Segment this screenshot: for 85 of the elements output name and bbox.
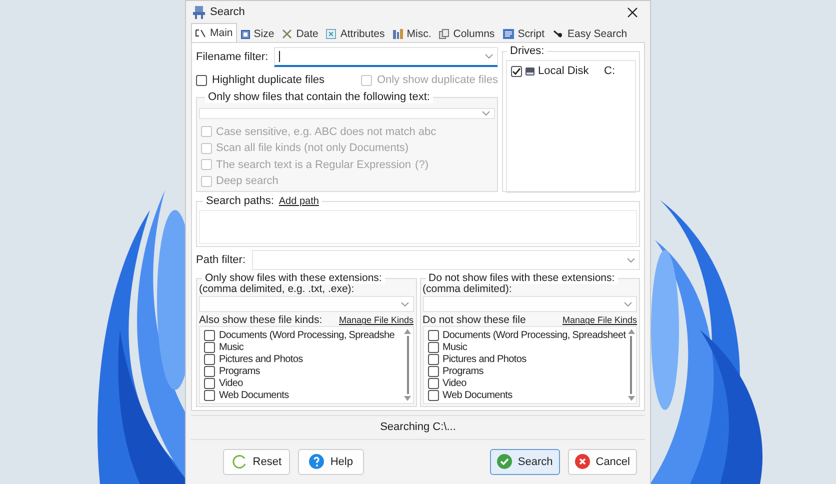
path-filter-label: Path filter:: [196, 254, 246, 266]
checkbox-label: Highlight duplicate files: [212, 74, 325, 86]
file-kind-label: Documents (Word Processing, Spreadshe: [219, 330, 394, 341]
checkbox[interactable]: [204, 378, 215, 389]
checkbox-label: Only show duplicate files: [376, 74, 498, 86]
file-kinds-label: Do not show these file: [422, 314, 526, 326]
tab[interactable]: Size: [236, 25, 278, 42]
size-icon: [240, 30, 250, 39]
tab[interactable]: Attributes: [322, 25, 389, 42]
help-button[interactable]: Help: [298, 448, 364, 475]
manage-file-kinds-link[interactable]: Manage File Kinds: [338, 315, 414, 326]
misc-icon: [392, 29, 403, 40]
file-kind-label: Web Documents: [219, 390, 289, 401]
hint-text: (comma delimited):: [422, 283, 513, 296]
file-kind-label: Programs: [442, 366, 484, 377]
scroll-down-icon[interactable]: [404, 396, 411, 402]
drive-name: Local Disk: [538, 65, 590, 78]
close-icon: [626, 6, 638, 18]
checkbox-label: Case sensitive, e.g. ABC does not match abc: [216, 126, 436, 138]
checkbox[interactable]: [428, 354, 438, 365]
scroll-down-icon[interactable]: [628, 396, 634, 402]
checkbox[interactable]: [428, 378, 438, 389]
file-kind-label: Video: [442, 378, 466, 389]
window-title: Search: [210, 6, 246, 18]
reset-button[interactable]: Reset: [223, 448, 290, 475]
help-icon: [309, 454, 324, 470]
scrollbar[interactable]: [404, 329, 412, 402]
app-icon: [193, 6, 205, 19]
refresh-icon: [232, 454, 247, 470]
checkbox-label: Scan all file kinds (not only Documents): [216, 142, 409, 154]
extensions-field[interactable]: [422, 296, 637, 312]
file-kind-label: Web Documents: [442, 390, 512, 401]
checkbox[interactable]: [204, 366, 215, 377]
search-paths-label: Search paths:: [206, 195, 274, 208]
group-title: Drives:: [507, 45, 548, 58]
group-title: Only show files that contain the following text:: [205, 91, 433, 104]
search-button[interactable]: Search: [490, 448, 560, 475]
checkbox[interactable]: [428, 330, 438, 341]
checkbox[interactable]: [204, 354, 215, 365]
checkbox[interactable]: [428, 342, 438, 353]
file-kind-label: Programs: [219, 366, 260, 377]
tab[interactable]: Columns: [435, 25, 499, 42]
file-kind-label: Pictures and Photos: [442, 354, 526, 365]
path-filter-field[interactable]: [252, 250, 640, 270]
checkbox[interactable]: [511, 66, 522, 77]
tab[interactable]: Easy Search: [548, 25, 632, 42]
drive-path-icon: [195, 28, 206, 38]
checkbox[interactable]: [204, 390, 215, 401]
columns-icon: [439, 29, 450, 40]
checkbox[interactable]: [204, 330, 215, 341]
extensions-field[interactable]: [199, 296, 414, 312]
script-icon: [502, 29, 514, 40]
drive-letter: C:: [604, 65, 615, 78]
filename-filter-label: Filename filter:: [196, 51, 268, 64]
tab[interactable]: Date: [278, 25, 322, 42]
file-kind-label: Music: [219, 342, 244, 353]
checkbox[interactable]: [196, 74, 207, 86]
scroll-up-icon[interactable]: [628, 329, 634, 334]
tab[interactable]: Main: [191, 23, 237, 42]
filename-filter-field[interactable]: [274, 47, 498, 68]
file-kinds-label: Also show these file kinds:: [199, 314, 322, 326]
hint-text: (comma delimited, e.g. .txt, .exe):: [199, 283, 356, 296]
check-icon: [496, 454, 512, 470]
checkbox-label: The search text is a Regular Expression: [216, 158, 412, 170]
group-title: Do not show files with these extensions:: [426, 272, 618, 284]
tab[interactable]: Misc.: [388, 25, 436, 42]
scroll-up-icon[interactable]: [404, 329, 411, 334]
tab[interactable]: Script: [498, 25, 549, 42]
file-kind-label: Pictures and Photos: [219, 354, 303, 365]
add-path-link[interactable]: Add path: [278, 196, 319, 207]
checkbox-label: Deep search: [216, 175, 278, 187]
manage-file-kinds-link[interactable]: Manage File Kinds: [562, 315, 637, 326]
checkbox[interactable]: [428, 390, 438, 401]
checkbox[interactable]: [428, 366, 438, 377]
scrollbar[interactable]: [627, 329, 635, 402]
file-kind-label: Documents (Word Processing, Spreadsheet: [442, 330, 626, 341]
attributes-icon: [326, 29, 336, 40]
text-filter-field[interactable]: [199, 108, 495, 120]
group-title: Only show files with these extensions:: [202, 272, 385, 284]
checkbox[interactable]: [204, 342, 215, 353]
status-text: Searching C:\...: [191, 415, 645, 440]
file-kind-label: Music: [442, 342, 468, 353]
cancel-icon: [574, 454, 590, 470]
file-kind-label: Video: [219, 378, 243, 389]
cancel-button[interactable]: Cancel: [568, 448, 637, 475]
